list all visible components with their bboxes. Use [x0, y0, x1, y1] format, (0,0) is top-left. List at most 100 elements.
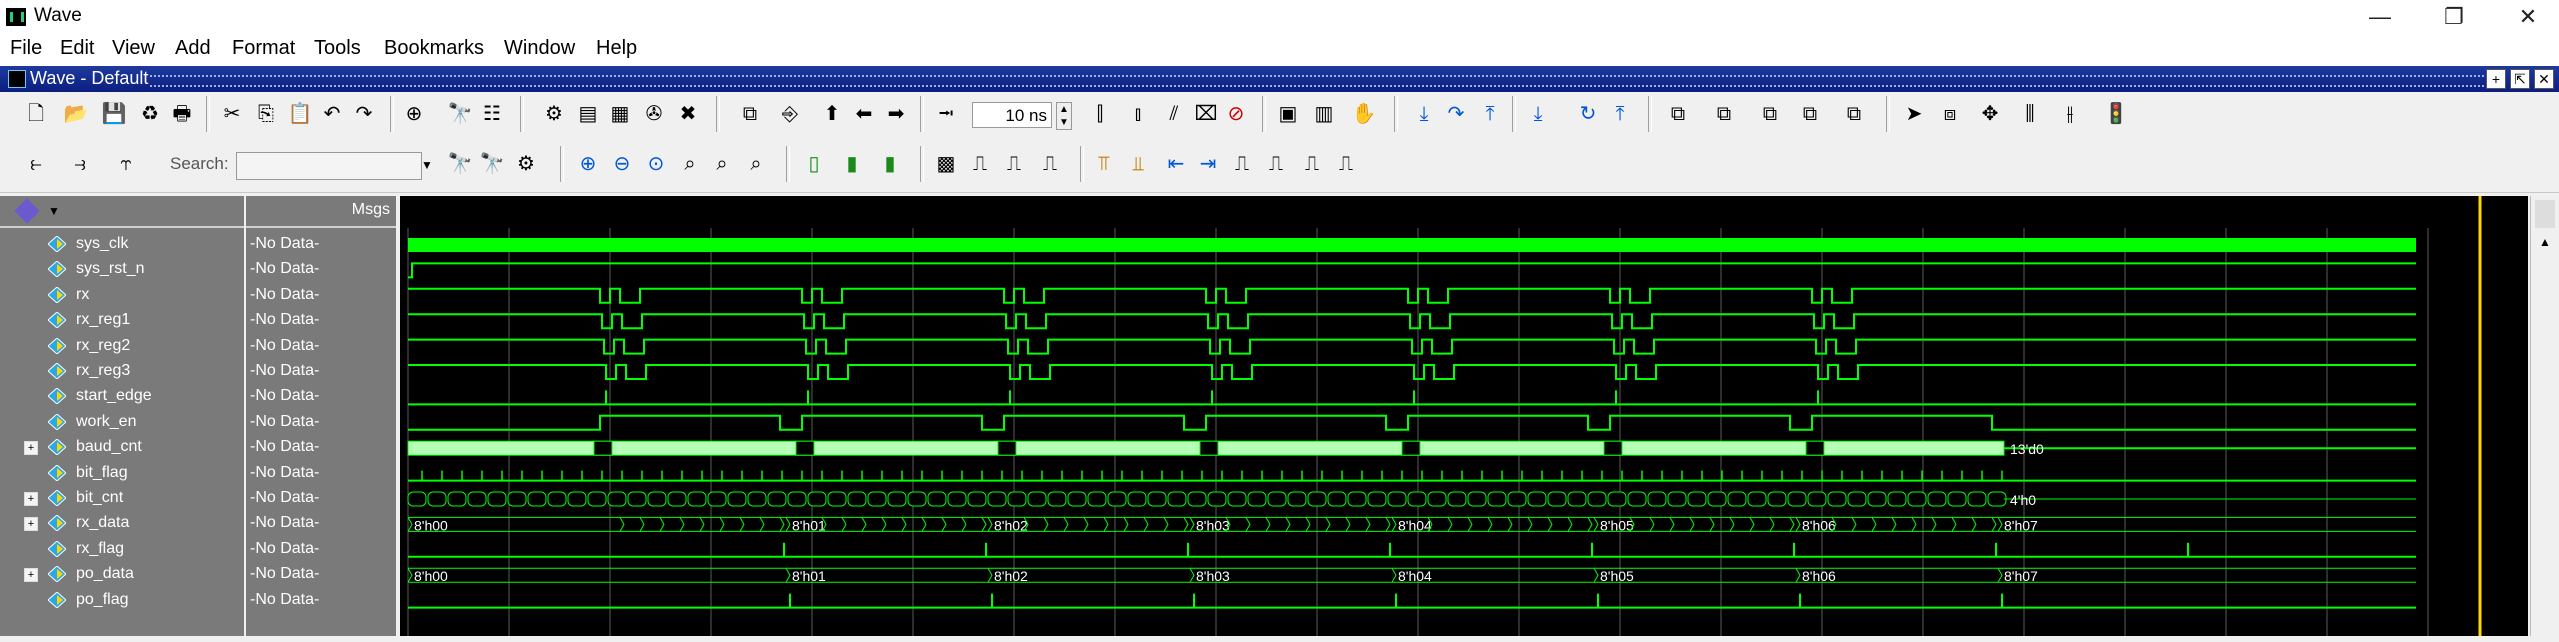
menu-file[interactable]: File [10, 37, 42, 60]
zoom-out-icon[interactable]: ⊖ [608, 150, 636, 178]
compile-icon[interactable]: ⚙ [540, 100, 568, 128]
step-out-icon[interactable]: ⤒ [1476, 100, 1504, 128]
expand-icon[interactable]: + [24, 441, 38, 456]
expand-icon[interactable]: + [24, 517, 38, 532]
expand-icon[interactable]: + [24, 568, 38, 583]
menu-add[interactable]: Add [175, 37, 211, 60]
search-options-icon[interactable]: ⚙ [512, 150, 540, 178]
menu-bookmarks[interactable]: Bookmarks [384, 37, 484, 60]
cursor-add-icon[interactable]: ⧉ [1664, 100, 1692, 128]
save-icon[interactable]: 💾 [100, 100, 128, 128]
menu-view[interactable]: View [112, 37, 155, 60]
zoom-range-icon[interactable]: ⌕ [742, 150, 770, 178]
menu-window[interactable]: Window [504, 37, 575, 60]
zoom-cursor-icon[interactable]: ⌕ [676, 150, 704, 178]
signal-row-po-data[interactable]: + po_data [0, 562, 244, 587]
pan-icon[interactable]: ✥ [1976, 100, 2004, 128]
search-bino-icon[interactable]: 🔭 [446, 150, 474, 178]
zoom-last-icon[interactable]: ⌕ [708, 150, 736, 178]
cursor-prev-icon[interactable]: ⧉ [1840, 100, 1868, 128]
cursor-delete-icon[interactable]: ⧉ [1710, 100, 1738, 128]
wave-rise-icon[interactable]: ⎍ [1000, 150, 1028, 178]
minimize-button[interactable]: — [2350, 0, 2410, 34]
zoom-in-group-icon[interactable]: ⧉ [736, 100, 764, 128]
cursor-remove-icon[interactable]: ⫫ [1124, 150, 1152, 178]
menu-tools[interactable]: Tools [314, 37, 361, 60]
maximize-button[interactable]: ❐ [2424, 0, 2484, 34]
dataflow-icon[interactable]: ▣ [1274, 100, 1302, 128]
expand-icon[interactable]: + [24, 492, 38, 506]
pane-undock-icon[interactable]: ⇱ [2510, 69, 2530, 89]
stop-sim-icon[interactable]: ⊘ [1222, 100, 1250, 128]
wave-fall-icon[interactable]: ⎍ [1036, 150, 1064, 178]
search-bino-next-icon[interactable]: 🔭 [478, 150, 506, 178]
pane-close-icon[interactable]: ✕ [2534, 69, 2554, 89]
restore-icon[interactable]: ⤒ [1606, 100, 1634, 128]
edge-rise-prev-icon[interactable]: ⎍ [1228, 150, 1256, 178]
edge-rise-next-icon[interactable]: ⎍ [1262, 150, 1290, 178]
edge-prev-icon[interactable]: ⇤ [1162, 150, 1190, 178]
break-run-icon[interactable]: ⌧ [1192, 100, 1220, 128]
wave-fill-icon[interactable]: ▮ [876, 150, 904, 178]
signal-row-po-flag[interactable]: po_flag [0, 588, 244, 613]
signal-row-sys-clk[interactable]: sys_clk [0, 232, 244, 257]
signal-row-start-edge[interactable]: start_edge [0, 384, 244, 409]
restart-icon[interactable]: ↻ [1574, 100, 1602, 128]
measure-icon[interactable]: ⫼ [2016, 100, 2044, 128]
zoom-full-icon[interactable]: ⊙ [642, 150, 670, 178]
pane-dock-icon[interactable]: + [2486, 69, 2506, 89]
signal-row-sys-rst-n[interactable]: sys_rst_n [0, 257, 244, 282]
menu-format[interactable]: Format [232, 37, 295, 60]
cut-icon[interactable]: ✂ [218, 100, 246, 128]
break-icon[interactable]: ✇ [640, 100, 668, 128]
open-icon[interactable]: 📂 [62, 100, 90, 128]
paste-icon[interactable]: 📋 [286, 100, 314, 128]
cursor-lock-icon[interactable]: ⧉ [1756, 100, 1784, 128]
find-icon[interactable]: 🔭 [446, 100, 474, 128]
signal-row-bit-cnt[interactable]: + bit_cnt [0, 486, 244, 511]
signal-row-rx[interactable]: rx [0, 283, 244, 308]
wave-grid-icon[interactable]: ▩ [932, 150, 960, 178]
menu-edit[interactable]: Edit [60, 37, 94, 60]
cursor-next-icon[interactable]: ⧉ [1796, 100, 1824, 128]
waveform-pane[interactable]: 13'd0 4'h0 8'h00 8'h01 8'h02 8'h03 8'h04 8'h05 8… [400, 196, 2528, 636]
wave-dark-icon[interactable]: ▮ [838, 150, 866, 178]
edge-fall-next-icon[interactable]: ⎍ [1332, 150, 1360, 178]
vertical-scrollbar[interactable]: ▲ [2530, 196, 2559, 636]
search-dropdown-icon[interactable]: ▼ [418, 152, 436, 178]
step-over-icon[interactable]: ↷ [1442, 100, 1470, 128]
step-back-icon[interactable]: ⤓ [1524, 100, 1552, 128]
hand-icon[interactable]: ✋ [1350, 100, 1378, 128]
memory-icon[interactable]: ▥ [1310, 100, 1338, 128]
signal-row-rx-flag[interactable]: rx_flag [0, 537, 244, 562]
step-into-icon[interactable]: ⤓ [1410, 100, 1438, 128]
wave-group-icon[interactable] [14, 198, 40, 224]
undo-icon[interactable]: ↶ [318, 100, 346, 128]
find-prev-icon[interactable]: ⥼ [22, 150, 50, 178]
signal-light-icon[interactable]: 🚦 [2102, 100, 2130, 128]
zoom-in-icon[interactable]: ⊕ [574, 150, 602, 178]
pointer-icon[interactable]: ➤ [1900, 100, 1928, 128]
wave-edge-icon[interactable]: ⎍ [966, 150, 994, 178]
format-icon[interactable]: ☷ [478, 100, 506, 128]
zoom-icon[interactable]: ⧈ [1936, 100, 1964, 128]
signal-row-rx-reg3[interactable]: rx_reg3 [0, 359, 244, 384]
print-icon[interactable]: 🖶 [168, 100, 196, 128]
edge-next-icon[interactable]: ⇥ [1194, 150, 1222, 178]
scroll-top-box[interactable] [2535, 200, 2555, 228]
signal-row-baud-cnt[interactable]: + baud_cnt [0, 435, 244, 460]
signal-row-work-en[interactable]: work_en [0, 410, 244, 435]
list-icon[interactable]: ▦ [606, 100, 634, 128]
cursor-insert-icon[interactable]: ⫪ [1090, 150, 1118, 178]
run-icon[interactable]: ⫿ [1086, 100, 1114, 128]
find-next-icon[interactable]: ⥽ [66, 150, 94, 178]
group-dropdown-icon[interactable]: ▼ [48, 204, 60, 218]
right-icon[interactable]: ➡ [882, 100, 910, 128]
continue-icon[interactable]: ⫽ [1160, 100, 1188, 128]
run-all-icon[interactable]: ⫾ [1124, 100, 1152, 128]
stop-icon[interactable]: ✖ [674, 100, 702, 128]
scroll-up-icon[interactable]: ▲ [2535, 232, 2555, 252]
run-length-spinner[interactable]: ▲ ▼ [1056, 102, 1072, 130]
search-input[interactable] [236, 152, 422, 180]
signal-row-rx-data[interactable]: + rx_data [0, 511, 244, 536]
